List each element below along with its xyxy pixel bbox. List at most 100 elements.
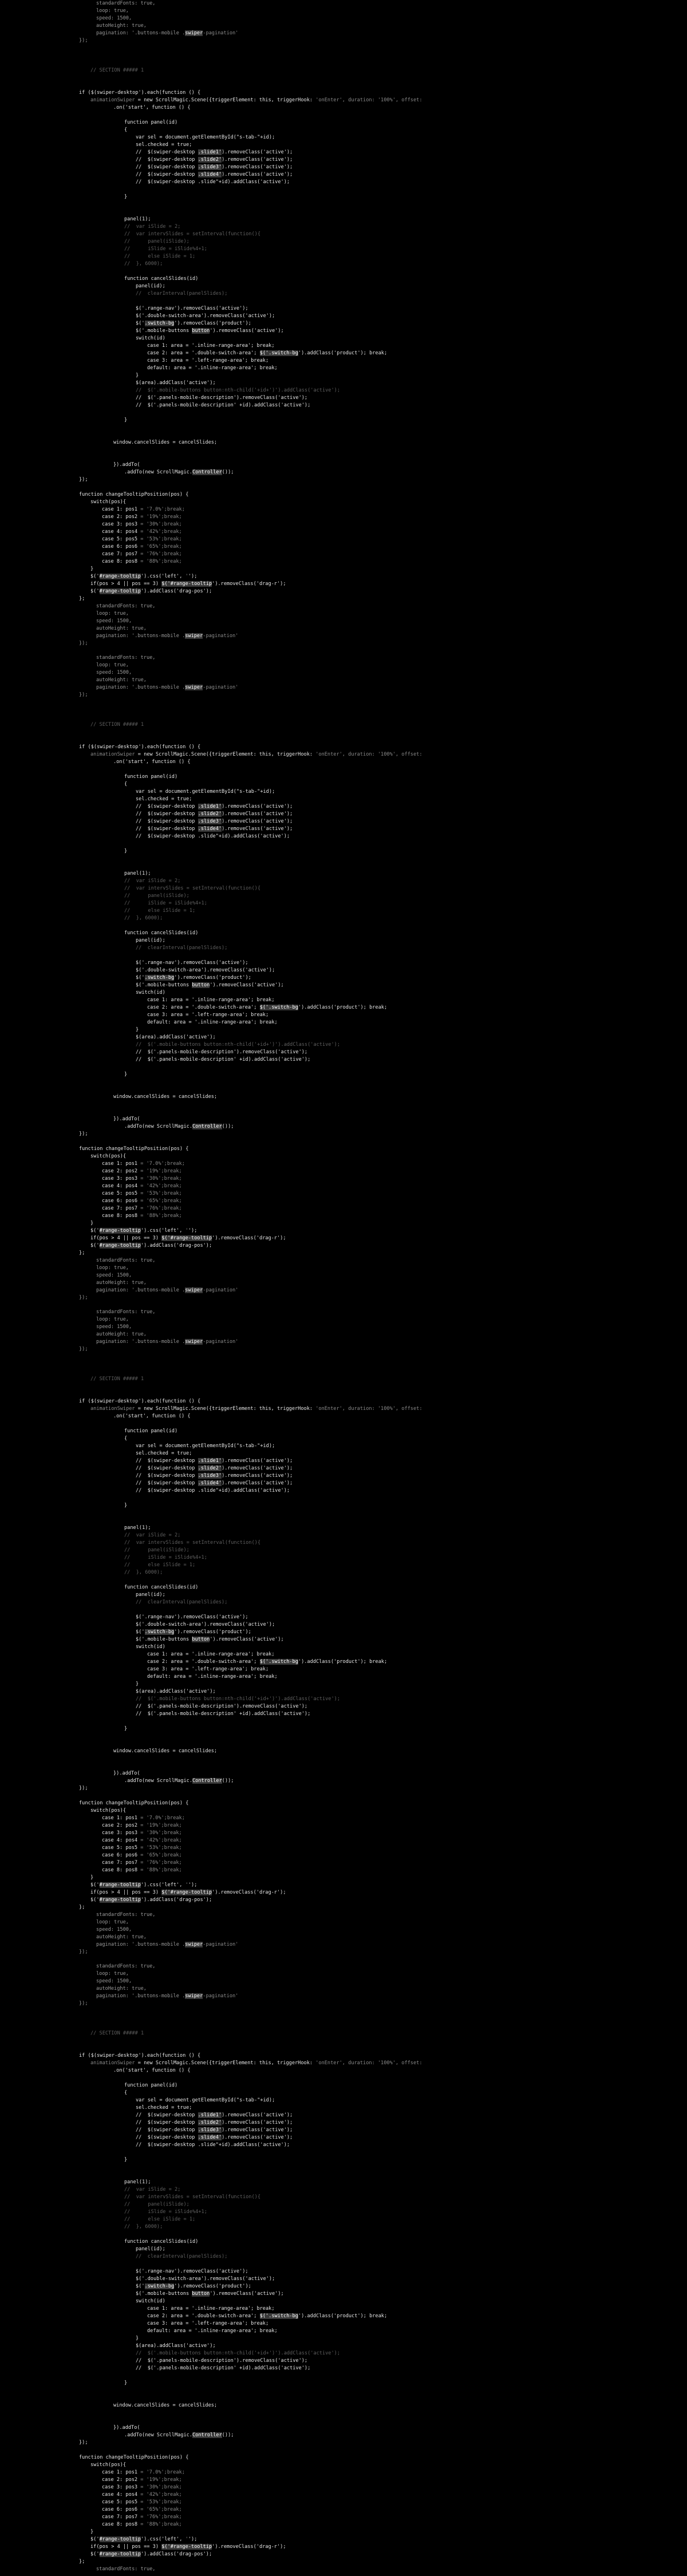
code-line[interactable]: animationSwiper = new ScrollMagic.Scene(… xyxy=(0,751,687,758)
code-line[interactable]: speed: 1500, xyxy=(0,15,687,22)
code-line[interactable] xyxy=(0,60,687,67)
code-line[interactable]: // clearInterval(panelSlides); xyxy=(0,2253,687,2261)
code-line[interactable]: case 3: area = '.left-range-area'; break… xyxy=(0,1012,687,1019)
code-line[interactable]: { xyxy=(0,781,687,788)
code-line[interactable]: $(area).addClass('active'); xyxy=(0,380,687,387)
code-line[interactable]: standardFonts: true, xyxy=(0,0,687,7)
code-line[interactable]: switch(pos){ xyxy=(0,2462,687,2469)
code-line[interactable] xyxy=(0,201,687,208)
code-line[interactable]: autoHeight: true, xyxy=(0,22,687,30)
code-line[interactable]: { xyxy=(0,127,687,134)
code-line[interactable]: default: area = '.inline-range-area'; br… xyxy=(0,2328,687,2335)
code-line[interactable]: function panel(id) xyxy=(0,119,687,127)
code-line[interactable]: // $('.mobile-buttons button:nth-child('… xyxy=(0,387,687,394)
code-line[interactable] xyxy=(0,2149,687,2156)
code-line[interactable]: // $('.panels-mobile-description' +id).a… xyxy=(0,402,687,409)
code-line[interactable]: .on('start', function () { xyxy=(0,758,687,766)
code-line[interactable]: $('#range-tooltip').addClass('drag-pos')… xyxy=(0,1242,687,1250)
code-line[interactable]: panel(1); xyxy=(0,870,687,878)
code-line[interactable] xyxy=(0,2022,687,2030)
code-line[interactable] xyxy=(0,2261,687,2268)
code-line[interactable]: } xyxy=(0,1220,687,1227)
code-line[interactable]: } xyxy=(0,1725,687,1733)
code-line[interactable]: } xyxy=(0,2335,687,2342)
code-line[interactable]: case 8: pos8 = '88%';break; xyxy=(0,1212,687,1220)
code-line[interactable]: $('#range-tooltip').css('left', ''); xyxy=(0,1227,687,1235)
code-line[interactable] xyxy=(0,1101,687,1108)
code-line[interactable]: case 8: pos8 = '88%';break; xyxy=(0,1867,687,1874)
code-line[interactable]: autoHeight: true, xyxy=(0,1331,687,1338)
code-line[interactable]: // panel(iSlide); xyxy=(0,2201,687,2208)
code-line[interactable]: // $(swiper-desktop .slide"+id).addClass… xyxy=(0,2142,687,2149)
code-line[interactable]: case 5: pos5 = '53%';break; xyxy=(0,2499,687,2506)
code-line[interactable]: }; xyxy=(0,1904,687,1911)
code-line[interactable]: standardFonts: true, xyxy=(0,1963,687,1970)
code-line[interactable]: // var intervSlides = setInterval(functi… xyxy=(0,2194,687,2201)
code-line[interactable]: // else iSlide = 1; xyxy=(0,907,687,915)
code-line[interactable]: } xyxy=(0,1681,687,1688)
code-line[interactable]: var sel = document.getElementById("s-tab… xyxy=(0,788,687,796)
code-line[interactable]: $('.double-switch-area').removeClass('ac… xyxy=(0,967,687,974)
code-line[interactable]: // $(swiper-desktop .slide1').removeClas… xyxy=(0,2112,687,2119)
code-line[interactable] xyxy=(0,2015,687,2022)
code-line[interactable]: // }, 6000); xyxy=(0,260,687,268)
code-line[interactable] xyxy=(0,863,687,870)
code-line[interactable]: } xyxy=(0,1026,687,1034)
code-line[interactable] xyxy=(0,1517,687,1524)
code-line[interactable] xyxy=(0,268,687,275)
code-line[interactable]: $('#range-tooltip').addClass('drag-pos')… xyxy=(0,1897,687,1904)
code-line[interactable]: sel.checked = true; xyxy=(0,1450,687,1457)
code-line[interactable]: case 3: pos3 = '30%';break; xyxy=(0,1830,687,1837)
code-line[interactable]: speed: 1500, xyxy=(0,1978,687,1985)
code-line[interactable] xyxy=(0,82,687,89)
code-line[interactable]: function cancelSlides(id) xyxy=(0,930,687,937)
code-line[interactable]: loop: true, xyxy=(0,610,687,618)
code-line[interactable]: } xyxy=(0,1071,687,1078)
code-line[interactable]: autoHeight: true, xyxy=(0,1985,687,1993)
code-line[interactable]: $('.double-switch-area').removeClass('ac… xyxy=(0,313,687,320)
code-line[interactable]: case 3: pos3 = '30%';break; xyxy=(0,2484,687,2491)
code-line[interactable] xyxy=(0,1733,687,1740)
code-line[interactable]: if ($(swiper-desktop').each(function () … xyxy=(0,1398,687,1405)
code-line[interactable]: // SECTION ##### 1 xyxy=(0,721,687,729)
code-line[interactable]: // panel(iSlide); xyxy=(0,1547,687,1554)
code-line[interactable]: // $(swiper-desktop .slide4').removeClas… xyxy=(0,825,687,833)
code-line[interactable]: pagination: '.buttons-mobile .swiper-pag… xyxy=(0,633,687,640)
code-line[interactable]: // var iSlide = 2; xyxy=(0,1532,687,1539)
code-line[interactable]: loop: true, xyxy=(0,662,687,669)
code-line[interactable] xyxy=(0,409,687,417)
code-line[interactable]: animationSwiper = new ScrollMagic.Scene(… xyxy=(0,1405,687,1413)
code-line[interactable]: // $(swiper-desktop .slide2').removeClas… xyxy=(0,156,687,164)
code-line[interactable] xyxy=(0,1792,687,1800)
code-line[interactable]: case 6: pos6 = '65%';break; xyxy=(0,2506,687,2514)
code-line[interactable]: // $(swiper-desktop .slide1').removeClas… xyxy=(0,803,687,811)
code-line[interactable]: } xyxy=(0,566,687,573)
code-line[interactable] xyxy=(0,2447,687,2454)
code-line[interactable]: // iSlide = iSlide%4+1; xyxy=(0,1554,687,1562)
code-line[interactable]: // else iSlide = 1; xyxy=(0,2216,687,2223)
code-line[interactable]: } xyxy=(0,2528,687,2536)
code-line[interactable]: .on('start', function () { xyxy=(0,2067,687,2075)
code-line[interactable]: // $('.panels-mobile-description' +id).a… xyxy=(0,1710,687,1718)
code-line[interactable]: // $(swiper-desktop .slide4').removeClas… xyxy=(0,1480,687,1487)
code-line[interactable]: }); xyxy=(0,2439,687,2447)
code-line[interactable] xyxy=(0,447,687,454)
code-line[interactable] xyxy=(0,454,687,461)
code-line[interactable] xyxy=(0,736,687,744)
code-line[interactable]: window.cancelSlides = cancelSlides; xyxy=(0,1093,687,1101)
code-line[interactable]: case 2: area = '.double-switch-area'; $(… xyxy=(0,350,687,357)
code-line[interactable]: // iSlide = iSlide%4+1; xyxy=(0,2208,687,2216)
code-editor[interactable]: standardFonts: true, loop: true, speed: 15… xyxy=(0,0,687,2576)
code-line[interactable]: default: area = '.inline-range-area'; br… xyxy=(0,1673,687,1681)
code-line[interactable]: case 3: area = '.left-range-area'; break… xyxy=(0,1666,687,1673)
code-line[interactable]: if(pos > 4 || pos == 3) $('#range-toolti… xyxy=(0,1235,687,1242)
code-line[interactable]: pagination: '.buttons-mobile .swiper-pag… xyxy=(0,1941,687,1949)
code-line[interactable] xyxy=(0,298,687,305)
code-line[interactable]: case 7: pos7 = '76%';break; xyxy=(0,2514,687,2521)
code-line[interactable]: var sel = document.getElementById("s-tab… xyxy=(0,134,687,141)
code-line[interactable]: case 2: pos2 = '19%';break; xyxy=(0,1822,687,1830)
code-line[interactable]: case 2: pos2 = '19%';break; xyxy=(0,1168,687,1175)
code-line[interactable]: function changeTooltipPosition(pos) { xyxy=(0,2454,687,2462)
code-line[interactable] xyxy=(0,1078,687,1086)
code-line[interactable]: if(pos > 4 || pos == 3) $('#range-toolti… xyxy=(0,580,687,588)
